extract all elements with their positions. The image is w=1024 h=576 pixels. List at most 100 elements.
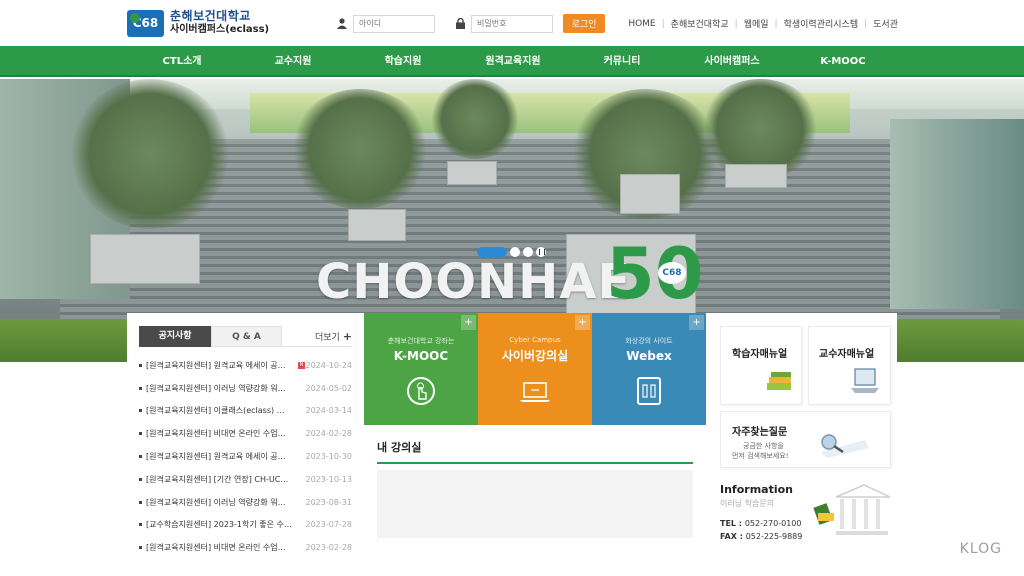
list-item[interactable]: [교수학습지원센터] 2023-1학기 좋은 수… 2023-07-28 — [139, 514, 352, 537]
tile-title: 사이버강의실 — [501, 349, 569, 363]
notice-date: 2023-08-31 — [305, 497, 353, 507]
divider: | — [864, 18, 868, 29]
nav-item-community[interactable]: 커뮤니티 — [572, 46, 672, 77]
planter — [348, 209, 406, 241]
tile-kmooc[interactable]: + 춘해보건대학교 강좌는 K-MOOC — [364, 313, 478, 425]
tile-subtitle: Cyber Campus — [509, 336, 561, 344]
id-input[interactable] — [353, 14, 435, 33]
laptop-icon — [849, 367, 883, 399]
notice-list: [원격교육지원센터] 원격교육 에세이 공… N 2024-10-24 [원격교… — [139, 354, 352, 559]
toplink-webmail[interactable]: 웹메일 — [744, 17, 769, 30]
notice-date: 2023-07-28 — [305, 520, 353, 530]
list-item[interactable]: [원격교육지원센터] 원격교육 에세이 공… N 2024-10-24 — [139, 354, 352, 377]
building-right — [890, 119, 1024, 309]
notice-date: 2023-10-13 — [305, 474, 353, 484]
list-item[interactable]: [원격교육지원센터] 비대면 온라인 수업… 2023-02-28 — [139, 536, 352, 559]
fax-number: 052-225-9889 — [745, 532, 803, 541]
notice-title: [교수학습지원센터] 2023-1학기 좋은 수… — [146, 520, 292, 530]
list-item[interactable]: [원격교육지원센터] 이러닝 역량강화 워… 2024-05-02 — [139, 377, 352, 400]
top-links: HOME | 춘해보건대학교 | 웹메일 | 학생이력관리시스템 | 도서관 — [628, 17, 898, 31]
bullet-icon — [139, 523, 142, 527]
more-label: 더보기 — [314, 332, 340, 343]
divider: | — [774, 18, 778, 29]
site-logo[interactable]: C68 춘해보건대학교 사이버캠퍼스(eclass) — [127, 9, 269, 37]
tile-subtitle: 춘해보건대학교 강좌는 — [387, 337, 455, 345]
new-badge-icon: N — [298, 361, 305, 369]
tile-title: Webex — [626, 349, 672, 363]
anniversary-badge: C68 — [658, 262, 686, 284]
toplink-home[interactable]: HOME — [628, 19, 655, 29]
toplink-student-records[interactable]: 학생이력관리시스템 — [784, 17, 859, 30]
notice-title: [원격교육지원센터] 원격교육 에세이 공… — [146, 360, 286, 370]
notice-title: [원격교육지원센터] 비대면 온라인 수업… — [146, 429, 286, 439]
notice-date: 2024-05-02 — [305, 383, 353, 393]
right-column: 학습자매뉴얼 교수자매뉴얼 자주찾는질문 궁금한 사항을 먼저 검색해보세요! … — [718, 321, 897, 576]
laptop-icon — [518, 378, 552, 406]
tab-qna[interactable]: Q & A — [211, 325, 282, 347]
planter — [725, 164, 787, 188]
lock-icon — [453, 15, 467, 33]
plus-icon: + — [575, 315, 590, 330]
tel-number: 052-270-0100 — [744, 519, 802, 528]
notice-title: [원격교육지원센터] 이러닝 역량강화 워… — [146, 383, 286, 393]
student-manual-label: 학습자매뉴얼 — [732, 349, 788, 360]
bullet-icon — [139, 432, 142, 436]
professor-manual-card[interactable]: 교수자매뉴얼 — [808, 326, 891, 405]
bullet-icon — [139, 477, 142, 481]
nav-item-learning-support[interactable]: 학습지원 — [353, 46, 453, 77]
header: C68 춘해보건대학교 사이버캠퍼스(eclass) 로그인 HOME | 춘해… — [0, 0, 1024, 46]
password-input[interactable] — [471, 14, 553, 33]
nav-item-cyber-campus[interactable]: 사이버캠퍼스 — [682, 46, 782, 77]
toplink-library[interactable]: 도서관 — [873, 17, 898, 30]
books-icon — [765, 369, 795, 397]
user-icon — [335, 15, 349, 33]
planter — [447, 161, 497, 185]
login-form: 로그인 — [335, 14, 605, 33]
content-area: 공지사항 Q & A 더보기 + [원격교육지원센터] 원격교육 에세이 공… … — [127, 313, 897, 576]
divider: | — [734, 18, 738, 29]
list-item[interactable]: [원격교육지원센터] 비대면 온라인 수업… 2024-02-28 — [139, 422, 352, 445]
nav-item-kmooc[interactable]: K-MOOC — [793, 46, 893, 77]
notice-title: [원격교육지원센터] [기간 연장] CH-UC… — [146, 474, 289, 484]
planter — [90, 234, 200, 284]
login-button[interactable]: 로그인 — [563, 14, 605, 33]
logo-subtitle: 사이버캠퍼스(eclass) — [170, 24, 270, 35]
bullet-icon — [139, 546, 142, 550]
logo-mark: C68 — [127, 9, 164, 37]
toplink-university[interactable]: 춘해보건대학교 — [671, 17, 729, 30]
tab-notice[interactable]: 공지사항 — [139, 325, 211, 347]
bullet-icon — [139, 409, 142, 413]
tile-webex[interactable]: + 화상강의 사이트 Webex — [592, 313, 706, 425]
notice-title: [원격교육지원센터] 이클래스(eclass) … — [146, 406, 285, 416]
library-building-icon — [810, 483, 891, 545]
more-link[interactable]: 더보기 + — [315, 330, 352, 343]
notice-date: 2024-10-24 — [305, 360, 353, 370]
list-item[interactable]: [원격교육지원센터] [기간 연장] CH-UC… 2023-10-13 — [139, 468, 352, 491]
student-manual-card[interactable]: 학습자매뉴얼 — [720, 326, 802, 405]
tile-cyber-classroom[interactable]: + Cyber Campus 사이버강의실 — [478, 313, 592, 425]
phone-icon — [637, 377, 661, 405]
main-nav: CTL소개 교수지원 학습지원 원격교육지원 커뮤니티 사이버캠퍼스 K-MOO… — [0, 46, 1024, 77]
watermark: KLOG — [959, 541, 1002, 557]
my-classroom: 내 강의실 — [367, 425, 703, 576]
nav-item-ctl[interactable]: CTL소개 — [132, 46, 232, 77]
bullet-icon — [139, 500, 142, 504]
tile-title: K-MOOC — [393, 349, 449, 363]
notice-date: 2023-02-28 — [305, 543, 353, 553]
hero-brand-text: CHOONHAE — [316, 254, 632, 310]
nav-item-remote-education[interactable]: 원격교육지원 — [463, 46, 563, 77]
touch-icon — [407, 377, 435, 405]
my-classroom-list — [377, 470, 693, 538]
list-item[interactable]: [원격교육지원센터] 이러닝 역량강화 워… 2023-08-31 — [139, 491, 352, 514]
list-item[interactable]: [원격교육지원센터] 이클래스(eclass) … 2024-03-14 — [139, 400, 352, 423]
notice-panel: 공지사항 Q & A 더보기 + [원격교육지원센터] 원격교육 에세이 공… … — [127, 313, 364, 576]
nav-item-professor-support[interactable]: 교수지원 — [243, 46, 343, 77]
search-magnifier-icon — [813, 422, 873, 464]
tree — [430, 79, 520, 159]
list-item[interactable]: [원격교육지원센터] 원격교육 에세이 공… 2023-10-30 — [139, 445, 352, 468]
plus-icon: + — [689, 315, 704, 330]
faq-card[interactable]: 자주찾는질문 궁금한 사항을 먼저 검색해보세요! — [720, 411, 891, 468]
bullet-icon — [139, 386, 142, 390]
notice-date: 2023-10-30 — [305, 452, 353, 462]
notice-title: [원격교육지원센터] 비대면 온라인 수업… — [146, 543, 286, 553]
